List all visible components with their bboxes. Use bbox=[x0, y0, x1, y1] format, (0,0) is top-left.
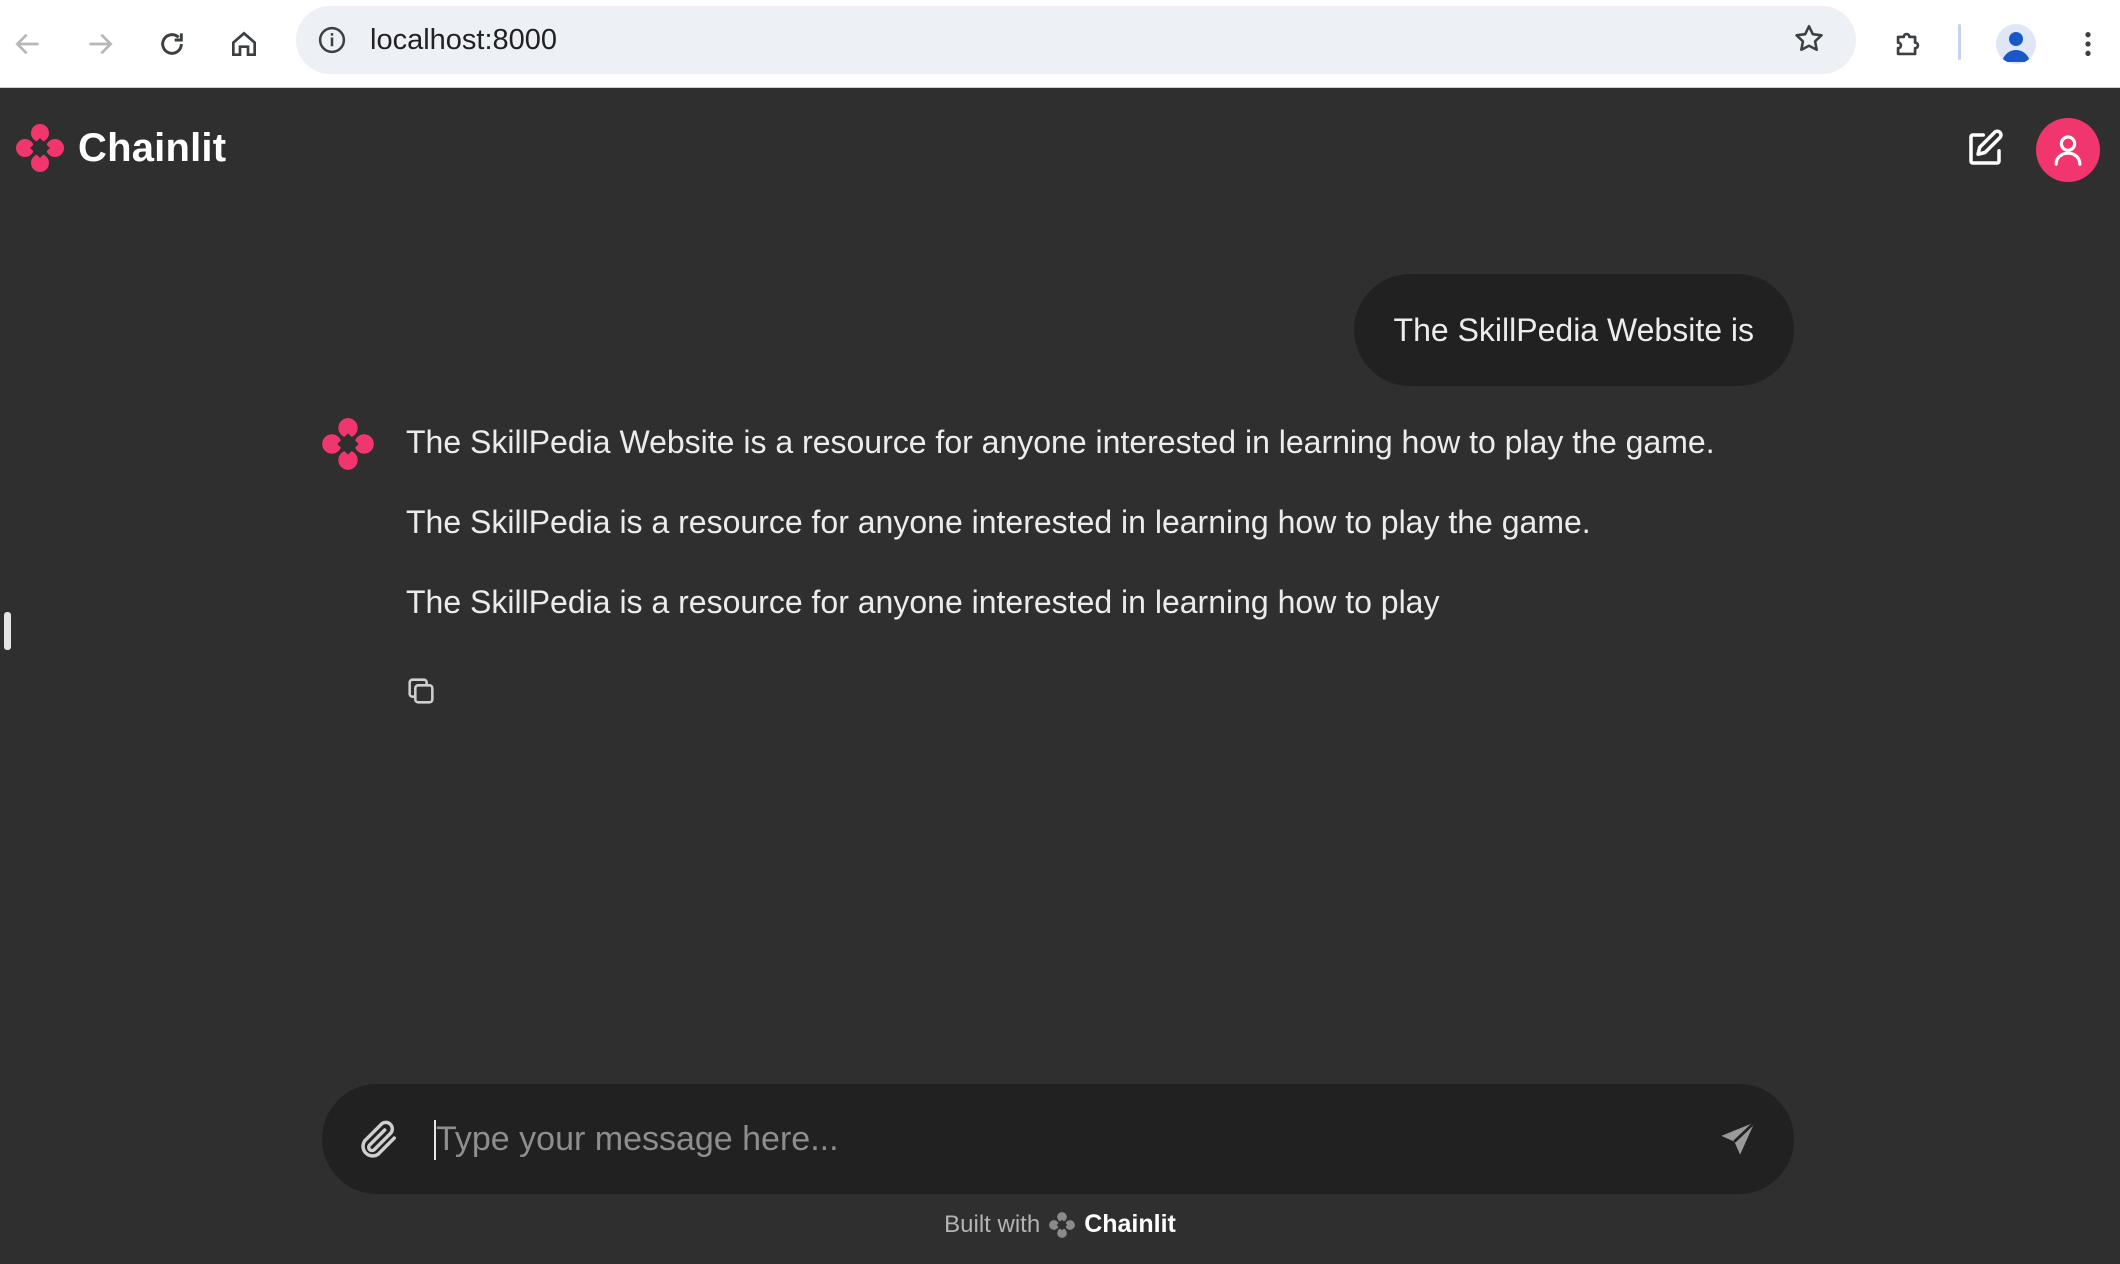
extensions-icon bbox=[1896, 32, 1920, 56]
assistant-message-line: The SkillPedia Website is a resource for… bbox=[406, 424, 1715, 460]
chainlit-logo-icon bbox=[16, 124, 64, 172]
home-icon bbox=[232, 31, 256, 56]
assistant-message: The SkillPedia Website is a resource for… bbox=[406, 420, 1806, 660]
message-input[interactable] bbox=[436, 1108, 1676, 1170]
send-icon bbox=[1721, 1121, 1756, 1155]
profile-button[interactable] bbox=[1988, 16, 2044, 72]
home-button[interactable] bbox=[216, 16, 272, 72]
forward-icon bbox=[89, 33, 113, 55]
app-logo[interactable]: Chainlit bbox=[14, 122, 226, 174]
assistant-message-line: The SkillPedia is a resource for anyone … bbox=[406, 504, 1591, 540]
profile-icon bbox=[1996, 24, 2036, 64]
footer: Built with Chainlit bbox=[0, 1210, 2120, 1239]
reload-icon bbox=[161, 33, 183, 55]
extensions-button[interactable] bbox=[1880, 16, 1936, 72]
assistant-message-line: The SkillPedia is a resource for anyone … bbox=[406, 584, 1440, 620]
address-bar[interactable]: localhost:8000 bbox=[296, 6, 1856, 74]
app-header: Chainlit bbox=[0, 88, 2120, 212]
back-button[interactable] bbox=[0, 16, 56, 72]
kebab-menu-icon bbox=[2085, 32, 2091, 56]
footer-brand[interactable]: Chainlit bbox=[1084, 1210, 1176, 1239]
browser-menu-button[interactable] bbox=[2060, 16, 2116, 72]
forward-button[interactable] bbox=[72, 16, 128, 72]
send-button[interactable] bbox=[1712, 1113, 1764, 1165]
back-icon bbox=[15, 33, 39, 55]
copy-message-button[interactable] bbox=[402, 672, 440, 710]
new-chat-icon bbox=[1969, 129, 2003, 165]
side-scroll-handle[interactable] bbox=[4, 612, 11, 650]
user-message-bubble: The SkillPedia Website is bbox=[1353, 274, 1794, 386]
user-avatar-button[interactable] bbox=[2036, 118, 2100, 182]
site-info-icon[interactable] bbox=[314, 22, 350, 58]
toolbar-divider bbox=[1958, 24, 1961, 60]
message-composer bbox=[322, 1084, 1794, 1194]
reload-button[interactable] bbox=[144, 16, 200, 72]
new-chat-button[interactable] bbox=[1960, 124, 2010, 174]
chainlit-logo-icon bbox=[322, 418, 374, 470]
user-avatar-icon bbox=[2054, 135, 2082, 166]
built-with-text: Built with bbox=[944, 1210, 1041, 1238]
bookmark-star-icon[interactable] bbox=[1792, 22, 1828, 58]
chainlit-logo-icon bbox=[1049, 1211, 1076, 1238]
app-name: Chainlit bbox=[78, 125, 227, 170]
url-text[interactable]: localhost:8000 bbox=[370, 24, 557, 57]
copy-icon bbox=[408, 678, 434, 704]
paperclip-icon bbox=[361, 1120, 397, 1158]
assistant-avatar bbox=[320, 416, 376, 472]
attach-file-button[interactable] bbox=[352, 1113, 404, 1165]
browser-toolbar: localhost:8000 bbox=[0, 0, 2120, 88]
